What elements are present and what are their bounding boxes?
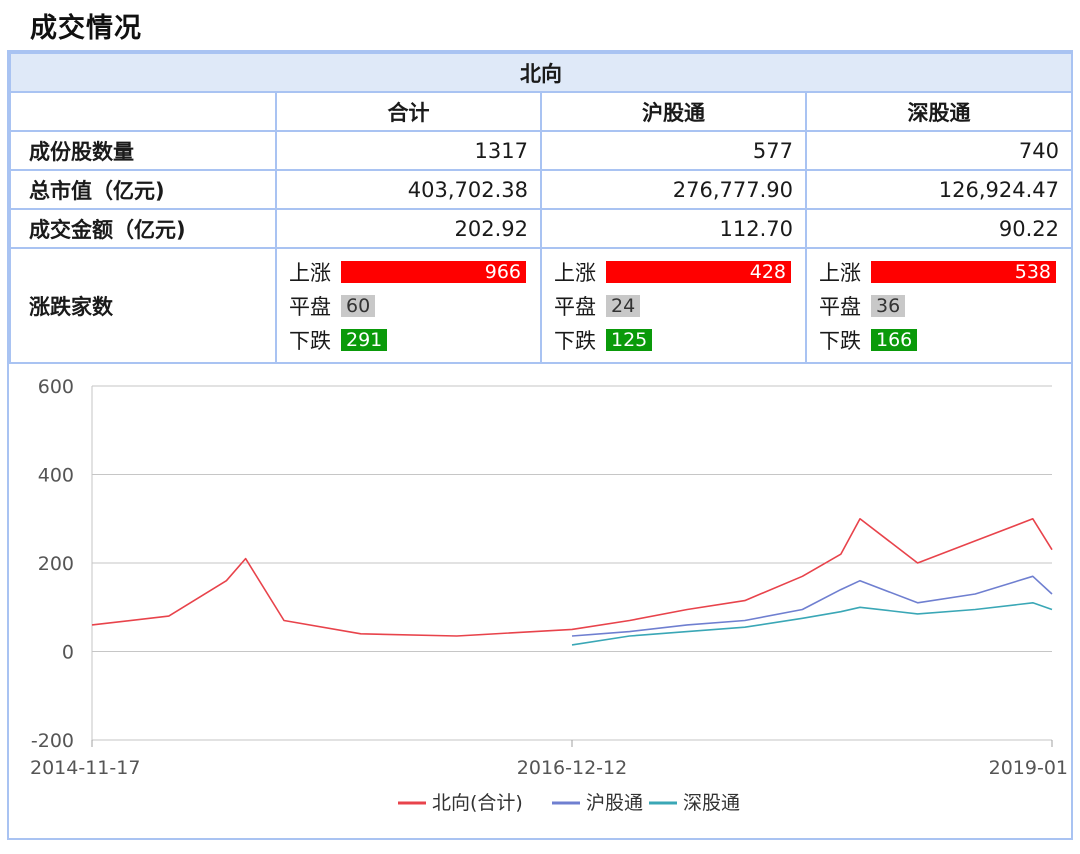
stats-table: 北向 合计 沪股通 深股通 成份股数量 1317 577 740 总市值（亿元)… (9, 52, 1073, 364)
northbound-panel: 北向 合计 沪股通 深股通 成份股数量 1317 577 740 总市值（亿元)… (7, 50, 1073, 840)
y-tick-label: 400 (38, 465, 74, 487)
row-label: 总市值（亿元) (9, 169, 277, 210)
up-count-bar: 428 (606, 260, 791, 283)
adv-decl-cell-total: 上涨 966 平盘 60 下跌 291 (275, 247, 542, 364)
down-count-bar: 125 (606, 328, 653, 351)
group-header: 北向 (9, 52, 1073, 93)
legend-label: 沪股通 (586, 792, 643, 814)
up-count-bar: 966 (341, 260, 526, 283)
flat-label: 平盘 (554, 294, 596, 319)
cell-value: 1317 (275, 130, 542, 171)
flat-label: 平盘 (289, 294, 331, 319)
turnover-chart: 600 400 200 0 -200 2014-11-17 2016-12-12 2019-0… (9, 363, 1071, 838)
up-label: 上涨 (289, 260, 331, 285)
adv-decl-cell-sz: 上涨 538 平盘 36 下跌 166 (805, 247, 1073, 364)
cell-value: 90.22 (805, 208, 1073, 249)
series-line (91, 518, 1053, 637)
down-count-bar: 166 (871, 328, 918, 351)
down-count-bar: 291 (341, 328, 388, 351)
y-tick-label: 600 (38, 376, 74, 398)
cell-value: 577 (540, 130, 807, 171)
down-label: 下跌 (289, 328, 331, 353)
flat-line: 平盘 24 (554, 289, 793, 323)
y-tick-label: 0 (62, 642, 74, 664)
row-label: 涨跌家数 (9, 247, 277, 364)
down-line: 下跌 291 (289, 323, 528, 357)
table-row: 成份股数量 1317 577 740 (9, 130, 1073, 171)
down-label: 下跌 (554, 328, 596, 353)
cell-value: 112.70 (540, 208, 807, 249)
up-line: 上涨 428 (554, 255, 793, 289)
row-label: 成份股数量 (9, 130, 277, 171)
x-tick-label: 2016-12-12 (517, 757, 627, 779)
legend-label: 深股通 (683, 792, 740, 814)
flat-count-bar: 24 (606, 294, 641, 317)
adv-decl-cell-sh: 上涨 428 平盘 24 下跌 125 (540, 247, 807, 364)
y-tick-label: -200 (31, 730, 74, 752)
up-line: 上涨 966 (289, 255, 528, 289)
cell-value: 276,777.90 (540, 169, 807, 210)
flat-line: 平盘 60 (289, 289, 528, 323)
down-label: 下跌 (819, 328, 861, 353)
series-line (571, 575, 1053, 637)
table-row: 总市值（亿元) 403,702.38 276,777.90 126,924.47 (9, 169, 1073, 210)
legend-label: 北向(合计) (432, 792, 523, 814)
cell-value: 126,924.47 (805, 169, 1073, 210)
y-tick-label: 200 (38, 553, 74, 575)
up-line: 上涨 538 (819, 255, 1059, 289)
flat-count-bar: 60 (341, 294, 376, 317)
x-tick-label: 2019-01 (989, 757, 1068, 779)
flat-label: 平盘 (819, 294, 861, 319)
turnover-line-chart: 600 400 200 0 -200 2014-11-17 2016-12-12 2019-0… (30, 376, 1068, 814)
up-label: 上涨 (819, 260, 861, 285)
flat-count-bar: 36 (871, 294, 906, 317)
adv-decl-row: 涨跌家数 上涨 966 平盘 60 下跌 291 上涨 428 平盘 24 下跌… (9, 247, 1073, 364)
down-line: 下跌 125 (554, 323, 793, 357)
page-title: 成交情况 (30, 13, 142, 44)
x-tick-label: 2014-11-17 (30, 757, 140, 779)
cell-value: 202.92 (275, 208, 542, 249)
series-line (571, 602, 1053, 646)
up-label: 上涨 (554, 260, 596, 285)
down-line: 下跌 166 (819, 323, 1059, 357)
group-header-row: 北向 (9, 52, 1073, 93)
corner-cell (9, 91, 277, 132)
column-header-sz: 深股通 (805, 91, 1073, 132)
flat-line: 平盘 36 (819, 289, 1059, 323)
column-header-total: 合计 (275, 91, 542, 132)
table-row: 成交金额（亿元) 202.92 112.70 90.22 (9, 208, 1073, 249)
cell-value: 740 (805, 130, 1073, 171)
row-label: 成交金额（亿元) (9, 208, 277, 249)
column-header-sh: 沪股通 (540, 91, 807, 132)
column-header-row: 合计 沪股通 深股通 (9, 91, 1073, 132)
up-count-bar: 538 (871, 260, 1056, 283)
cell-value: 403,702.38 (275, 169, 542, 210)
